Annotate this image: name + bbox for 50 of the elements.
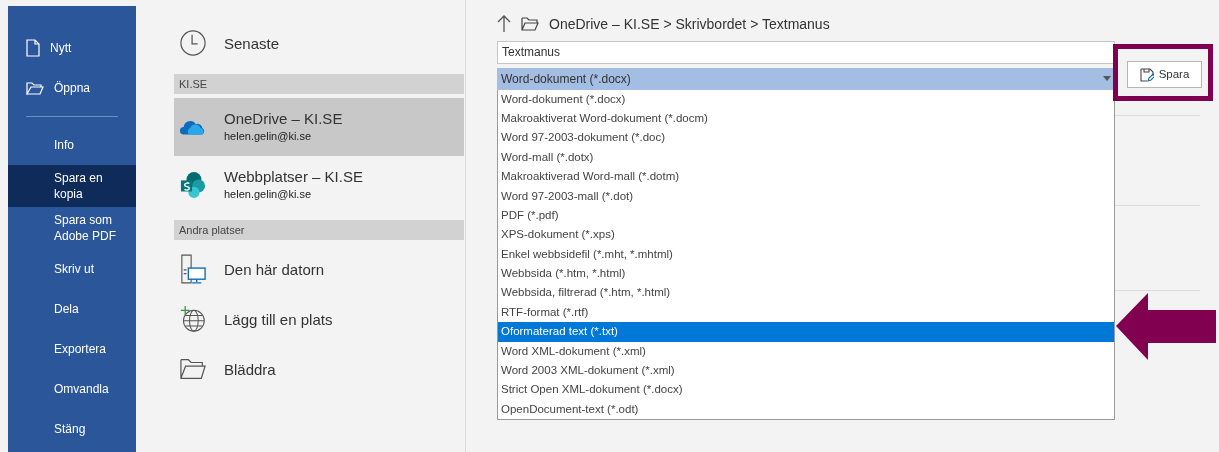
filename-field[interactable]: Textmanus [497,40,1115,64]
sidebar-item[interactable]: Spara som Adobe PDF [8,207,136,249]
sidebar-item[interactable]: Exportera [8,329,136,369]
dropdown-option[interactable]: Strict Open XML-dokument (*.docx) [498,380,1114,400]
file-type-select[interactable]: Word-dokument (*.docx) [497,67,1115,90]
place-item[interactable]: Lägg till en plats [174,294,464,344]
dropdown-option[interactable]: RTF-format (*.rtf) [498,302,1114,323]
folder-icon [26,81,44,95]
sidebar-item[interactable]: Öppna [8,68,136,108]
folder-icon [521,17,539,31]
sidebar-item[interactable]: Skriv ut [8,249,136,289]
computer-icon [180,253,206,285]
clock-icon [180,28,206,58]
section-header: Andra platser [174,220,464,240]
dropdown-option[interactable]: Makroaktiverat Word-dokument (*.docm) [498,108,1114,129]
dropdown-option[interactable]: Oformaterad text (*.txt) [498,322,1114,342]
dropdown-option[interactable]: Enkel webbsidefil (*.mht, *.mhtml) [498,244,1114,264]
breadcrumb: OneDrive – KI.SE > Skrivbordet > Textmanus [549,14,830,34]
folder-icon [180,358,206,380]
sidebar-item[interactable]: Info [8,125,136,165]
dropdown-option[interactable]: Word-dokument (*.docx) [498,89,1114,109]
sidebar-item[interactable]: Spara en kopia [8,165,136,207]
dropdown-option[interactable]: Makroaktiverad Word-mall (*.dotm) [498,167,1114,187]
place-item[interactable]: Bläddra [174,344,464,394]
document-icon [26,39,40,57]
dropdown-option[interactable]: Webbsida, filtrerad (*.htm, *.html) [498,283,1114,303]
save-button[interactable]: Spara [1127,61,1202,88]
dropdown-option[interactable]: Webbsida (*.htm, *.html) [498,264,1114,284]
sidebar-item[interactable]: Dela [8,289,136,329]
place-item[interactable]: Den här datorn [174,244,464,294]
up-arrow-icon[interactable] [497,15,511,33]
dropdown-option[interactable]: XPS-dokument (*.xps) [498,225,1114,245]
dropdown-option[interactable]: Word 97-2003-dokument (*.doc) [498,128,1114,148]
place-item[interactable]: Webbplatser – KI.SE helen.gelin@ki.se [174,156,464,214]
place-item[interactable]: OneDrive – KI.SE helen.gelin@ki.se [174,98,464,156]
section-header: KI.SE [174,74,464,94]
globe-add-icon [180,303,206,335]
sharepoint-icon [180,170,206,200]
sidebar-item[interactable]: Omvandla [8,369,136,409]
dropdown-option[interactable]: Word-mall (*.dotx) [498,147,1114,168]
place-item[interactable]: Senaste [174,18,464,68]
dropdown-option[interactable]: Word 97-2003-mall (*.dot) [498,186,1114,206]
sidebar-item[interactable]: Stäng [8,409,136,449]
dropdown-option[interactable]: PDF (*.pdf) [498,205,1114,226]
dropdown-caret-icon [1103,76,1111,81]
dropdown-option[interactable]: Word XML-dokument (*.xml) [498,341,1114,361]
dropdown-option[interactable]: Word 2003 XML-dokument (*.xml) [498,360,1114,381]
dropdown-option[interactable]: OpenDocument-text (*.odt) [498,399,1114,420]
sidebar-item[interactable]: Nytt [8,28,136,68]
save-icon [1139,67,1154,82]
